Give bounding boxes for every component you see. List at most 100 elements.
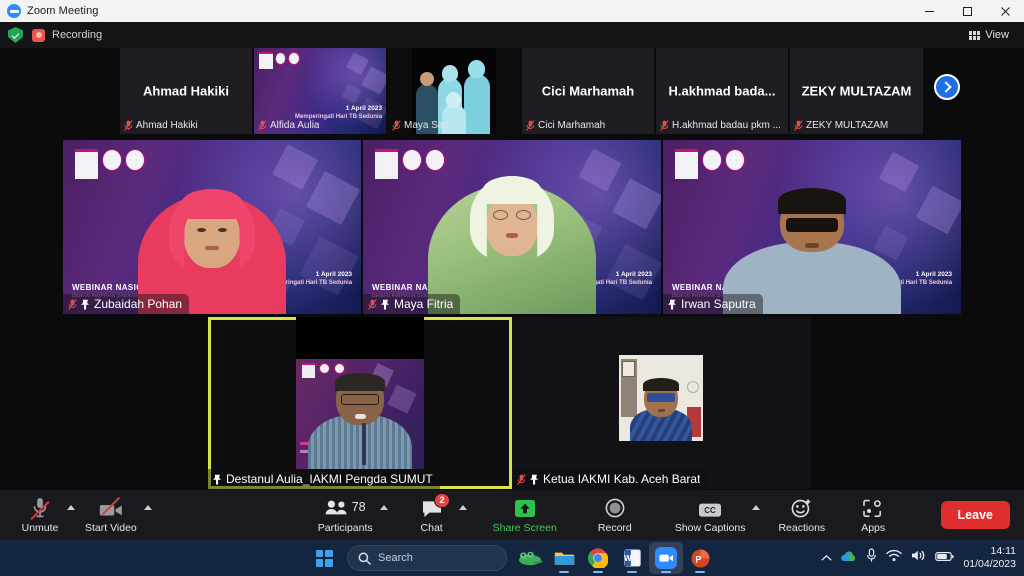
video-tile-maya-fitria[interactable]: WEBINAR NASIONAL DEWAN PIMPINAN DAERAH I… [363, 140, 661, 314]
minimize-icon[interactable] [910, 0, 948, 22]
powerpoint-icon[interactable]: P [683, 542, 717, 574]
chat-button[interactable]: 2 Chat [406, 492, 458, 538]
people-icon: 78 [325, 497, 366, 518]
filmstrip-name-text: H.akhmad badau pkm ... [672, 120, 781, 131]
video-tile-name-text: Ketua IAKMI Kab. Aceh Barat [543, 472, 701, 486]
search-input[interactable]: Search [347, 545, 507, 571]
google-chrome-icon[interactable] [581, 542, 615, 574]
close-icon[interactable] [986, 0, 1024, 22]
participant-video-image [619, 355, 703, 441]
video-tile-name-badge: Zubaidah Pohan [63, 294, 190, 314]
microphone-muted-icon [68, 298, 77, 310]
video-tile-irwan-saputra[interactable]: WEBINAR NASIONAL DEWAN PIMPINAN DAERAH I… [663, 140, 961, 314]
pin-icon [81, 299, 89, 310]
show-captions-button[interactable]: CC Show Captions [669, 492, 752, 538]
start-video-label: Start Video [85, 521, 137, 534]
microphone-muted-icon [258, 120, 267, 131]
webinar-logos [259, 52, 301, 70]
reactions-button[interactable]: Reactions [772, 492, 831, 538]
captions-caret-icon[interactable] [752, 504, 761, 510]
video-options-caret-icon[interactable] [143, 504, 152, 510]
filmstrip-name-text: Ahmad Hakiki [136, 120, 198, 131]
zoom-app-icon[interactable] [649, 542, 683, 574]
window-controls [910, 0, 1024, 22]
video-tile-ketua-iakmi[interactable]: Ketua IAKMI Kab. Aceh Barat [512, 317, 810, 489]
video-tile-zubaidah-pohan[interactable]: WEBINAR NASIONAL DEWAN PIMPINAN DAERAH I… [63, 140, 361, 314]
filmstrip-tile[interactable]: Maya Sari [388, 48, 520, 134]
filmstrip-tile[interactable]: 1 April 2023 Memperingati Hari TB Seduni… [254, 48, 386, 134]
video-tile-name-text: Destanul Aulia_IAKMI Pengda SUMUT [226, 472, 433, 486]
chat-label: Chat [420, 521, 443, 534]
filmstrip-name-text: Maya Sari [404, 120, 450, 131]
show-captions-label: Show Captions [674, 521, 746, 534]
microphone-muted-icon [124, 120, 133, 131]
windows-taskbar: Search W P 14:11 01/04/2023 [0, 540, 1024, 576]
pin-icon [213, 474, 221, 485]
microphone-muted-icon [29, 497, 51, 520]
filmstrip-next-button[interactable] [934, 74, 960, 100]
filmstrip-tile[interactable]: Cici Marhamah Cici Marhamah [522, 48, 654, 134]
camera-off-icon [98, 496, 124, 518]
svg-text:W: W [624, 554, 632, 563]
record-button[interactable]: Record [589, 492, 641, 538]
share-screen-label: Share Screen [492, 521, 557, 534]
participants-caret-icon[interactable] [379, 504, 388, 510]
recording-label: Recording [52, 29, 103, 41]
pin-icon [381, 299, 389, 310]
video-tile-name-badge: Destanul Aulia_IAKMI Pengda SUMUT [208, 469, 440, 489]
record-circle-icon [605, 497, 625, 518]
svg-text:CC: CC [704, 506, 716, 515]
window-titlebar: Zoom Meeting [0, 0, 1024, 22]
windows-start-icon[interactable] [307, 542, 341, 574]
filmstrip-tile[interactable]: ZEKY MULTAZAM ZEKY MULTAZAM [790, 48, 923, 134]
filmstrip-name-label: Cici Marhamah [522, 117, 609, 134]
svg-text:P: P [695, 554, 701, 564]
video-tile-name-text: Zubaidah Pohan [94, 297, 183, 311]
microphone-muted-icon [660, 120, 669, 131]
share-screen-button[interactable]: Share Screen [487, 492, 563, 538]
filmstrip-tile[interactable]: Ahmad Hakiki Ahmad Hakiki [120, 48, 252, 134]
widget-frog-icon[interactable] [513, 542, 547, 574]
start-video-button[interactable]: Start Video [79, 492, 143, 538]
filmstrip-display-name: Cici Marhamah [541, 83, 635, 99]
audio-options-caret-icon[interactable] [67, 504, 75, 510]
file-explorer-icon[interactable] [547, 542, 581, 574]
shield-icon[interactable] [8, 27, 23, 43]
pin-icon [530, 474, 538, 485]
webinar-logos [74, 148, 145, 179]
filmstrip-display-name: H.akhmad bada... [668, 83, 776, 99]
webinar-logos [674, 148, 745, 179]
filmstrip-tile[interactable]: H.akhmad bada... H.akhmad badau pkm ... [656, 48, 788, 134]
filmstrip-name-text: Alfida Aulia [270, 120, 320, 131]
grid-icon [969, 30, 981, 40]
microphone-muted-icon [526, 120, 535, 131]
microsoft-word-icon[interactable]: W [615, 542, 649, 574]
microphone-muted-icon [517, 473, 526, 485]
participants-count: 78 [351, 500, 366, 514]
apps-label: Apps [861, 521, 886, 534]
participant-filmstrip[interactable]: Ahmad Hakiki Ahmad Hakiki 1 April 2023 M… [0, 48, 1024, 134]
maximize-icon[interactable] [948, 0, 986, 22]
participant-video-image [427, 164, 597, 314]
video-tile-destanul-aulia[interactable]: Destanul Aulia_IAKMI Pengda SUMUT [208, 317, 512, 489]
filmstrip-name-label: Maya Sari [388, 117, 453, 134]
apps-button[interactable]: Apps [847, 492, 899, 538]
chat-caret-icon[interactable] [458, 504, 467, 510]
unmute-button[interactable]: Unmute [14, 492, 66, 538]
window-title: Zoom Meeting [27, 5, 99, 17]
apps-icon [863, 497, 883, 518]
video-tile-name-badge: Irwan Saputra [663, 294, 763, 314]
filmstrip-name-text: Cici Marhamah [538, 120, 606, 131]
zoom-meeting-window: Zoom Meeting Recording View Ahmad Hakiki [0, 0, 1024, 576]
view-button-label: View [985, 29, 1009, 41]
filmstrip-name-text: ZEKY MULTAZAM [806, 120, 889, 131]
participants-button[interactable]: 78 Participants [312, 492, 379, 538]
view-button[interactable]: View [962, 25, 1016, 45]
microphone-muted-icon [368, 298, 377, 310]
filmstrip-display-name: Ahmad Hakiki [143, 83, 229, 99]
video-tile-name-badge: Ketua IAKMI Kab. Aceh Barat [512, 469, 708, 489]
video-stage: WEBINAR NASIONAL DEWAN PIMPINAN DAERAH I… [0, 134, 1024, 490]
taskbar-center-group: Search W P [0, 542, 1024, 574]
leave-button[interactable]: Leave [940, 501, 1010, 529]
recording-icon[interactable] [32, 28, 45, 42]
